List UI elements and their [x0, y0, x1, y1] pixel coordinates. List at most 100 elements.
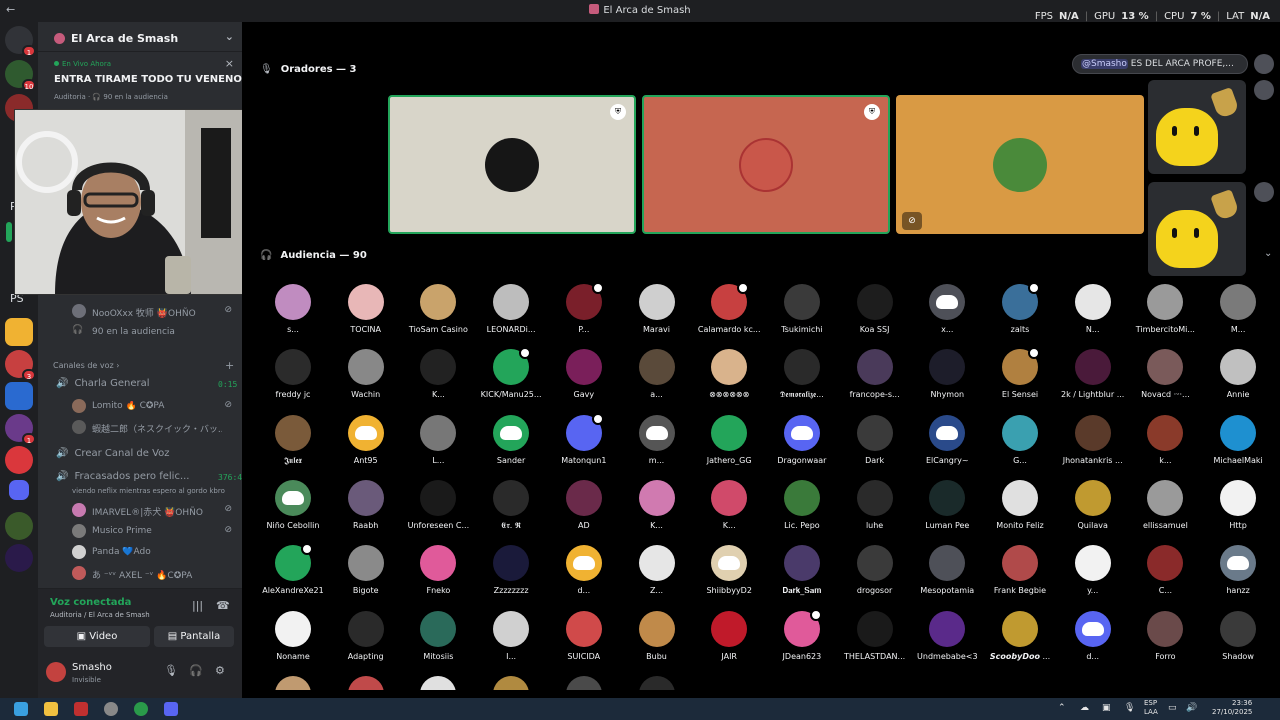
- audience-member[interactable]: Mitosiis: [403, 610, 473, 677]
- server-icon[interactable]: 3: [5, 350, 36, 381]
- obs-icon[interactable]: [104, 702, 118, 716]
- audience-member[interactable]: k...: [1130, 414, 1200, 481]
- server-header[interactable]: El Arca de Smash ⌄: [38, 22, 242, 52]
- add-channel-icon[interactable]: +: [225, 359, 234, 372]
- audience-member[interactable]: Dark: [840, 414, 910, 481]
- audience-member[interactable]: ElCangry~: [912, 414, 982, 481]
- avatar[interactable]: [1254, 182, 1274, 202]
- live-stage-banner[interactable]: En Vivo Ahora ENTRA TIRAME TODO TU VENEN…: [38, 53, 242, 111]
- channel-member[interactable]: Panda 💙Ado: [38, 544, 242, 562]
- audience-member[interactable]: Quilava: [1058, 479, 1128, 546]
- audience-member[interactable]: N...: [1058, 284, 1128, 350]
- audience-member[interactable]: Tsukimichi: [767, 284, 837, 350]
- avatar[interactable]: [46, 662, 66, 682]
- gear-icon[interactable]: ⚙: [215, 664, 225, 677]
- audience-member[interactable]: ellissamuel: [1130, 479, 1200, 546]
- audience-member[interactable]: Bubu: [622, 610, 692, 677]
- server-icon[interactable]: [5, 446, 33, 474]
- disconnect-icon[interactable]: ☎: [216, 599, 230, 612]
- audience-member[interactable]: MichaelMaki: [1203, 414, 1273, 481]
- microphone-icon[interactable]: 🎙: [1124, 703, 1135, 713]
- microphone-icon[interactable]: 🎙: [164, 664, 178, 677]
- audience-member[interactable]: K...: [622, 479, 692, 546]
- noise-suppression-icon[interactable]: |||: [192, 599, 203, 612]
- audience-member[interactable]: zalts: [985, 282, 1055, 350]
- audience-member[interactable]: Zzzzzzzz: [476, 545, 546, 611]
- channel-member[interactable]: あ ⁻ᵛᵛ AXEL ⁻ᵛ 🔥C✪PA: [38, 565, 242, 583]
- audience-member[interactable]: Luman Pee: [912, 479, 982, 546]
- folder-icon[interactable]: [9, 480, 29, 500]
- audience-member[interactable]: M...: [1203, 284, 1273, 350]
- discord-icon[interactable]: [164, 702, 178, 716]
- channel-member[interactable]: Musico Prime ⊘: [38, 523, 242, 541]
- audience-member[interactable]: K...: [403, 349, 473, 415]
- server-icon[interactable]: [5, 544, 33, 572]
- chevron-down-icon[interactable]: ⌄: [225, 30, 234, 43]
- audience-member[interactable]: 𝐃𝐚𝐫𝐤_𝐒𝐚𝐦: [767, 545, 837, 611]
- audience-member[interactable]: luhe: [840, 479, 910, 546]
- audience-member[interactable]: [258, 675, 328, 690]
- username[interactable]: Smasho: [72, 662, 112, 673]
- file-explorer-icon[interactable]: [44, 702, 58, 716]
- audience-member[interactable]: Maravi: [622, 284, 692, 350]
- speaker-tile[interactable]: ⊘: [896, 95, 1144, 234]
- audience-member[interactable]: SUICIDA: [549, 610, 619, 677]
- audience-member[interactable]: Wachin: [331, 349, 401, 415]
- audience-member[interactable]: hanzz: [1203, 545, 1273, 611]
- audience-member[interactable]: 2k / Lightblur ...: [1058, 349, 1128, 415]
- audience-member[interactable]: El Sensei: [985, 347, 1055, 415]
- audience-member[interactable]: a...: [622, 349, 692, 415]
- audience-member[interactable]: Frank Begbie: [985, 545, 1055, 611]
- voice-channel[interactable]: 🔊 Charla General 0:15: [56, 378, 237, 389]
- chrome-icon[interactable]: [134, 702, 148, 716]
- audience-member[interactable]: d...: [1058, 610, 1128, 677]
- audience-member[interactable]: Ant95: [331, 414, 401, 481]
- language-label[interactable]: ESP: [1144, 699, 1157, 707]
- audience-member[interactable]: I...: [476, 610, 546, 677]
- user-mention[interactable]: @Smasho: [1081, 59, 1128, 69]
- audience-member[interactable]: [403, 675, 473, 690]
- audience-member[interactable]: s...: [258, 284, 328, 350]
- channel-member[interactable]: IMARVEL®|赤犬 👹OHÑO ⊘: [38, 502, 242, 520]
- audience-member[interactable]: ShiibbyyD2: [694, 545, 764, 611]
- audience-member[interactable]: Annie: [1203, 349, 1273, 415]
- volume-icon[interactable]: 🔊: [1186, 703, 1197, 713]
- avatar[interactable]: [1254, 54, 1274, 74]
- audience-member[interactable]: y...: [1058, 545, 1128, 611]
- app-icon[interactable]: [74, 702, 88, 716]
- audience-member[interactable]: freddy jc: [258, 349, 328, 415]
- audience-member[interactable]: KICK/Manu25...: [476, 347, 546, 415]
- audience-member[interactable]: [549, 675, 619, 690]
- clock-date[interactable]: 27/10/2025: [1212, 708, 1252, 716]
- screen-share-button[interactable]: ▤ Pantalla: [154, 626, 234, 647]
- audience-member[interactable]: Novacd ·ᵕ·...: [1130, 349, 1200, 415]
- audience-member[interactable]: TimbercitoMi...: [1130, 284, 1200, 350]
- channel-member[interactable]: Lomito 🔥 C✪PA ⊘: [38, 398, 242, 416]
- speaker-tile[interactable]: ⛨: [642, 95, 890, 234]
- audience-member[interactable]: Mesopotamia: [912, 545, 982, 611]
- tray-icon[interactable]: ☁: [1080, 703, 1089, 713]
- audience-member[interactable]: Unforeseen C...: [403, 479, 473, 546]
- server-icon[interactable]: 10: [5, 60, 36, 91]
- server-icon[interactable]: [6, 222, 12, 242]
- network-icon[interactable]: ▭: [1168, 703, 1177, 713]
- avatar[interactable]: [1254, 80, 1274, 100]
- chevron-up-icon[interactable]: ⌃: [1058, 703, 1066, 713]
- audience-member[interactable]: [331, 675, 401, 690]
- video-button[interactable]: ▣ Video: [44, 626, 150, 647]
- audience-member[interactable]: Lic. Pepo: [767, 479, 837, 546]
- headphones-icon[interactable]: 🎧: [189, 664, 203, 677]
- audience-member[interactable]: THELASTDAN...: [840, 610, 910, 677]
- audience-member[interactable]: francope-s...: [840, 349, 910, 415]
- audience-member[interactable]: Raabh: [331, 479, 401, 546]
- audience-member[interactable]: Koa SSJ: [840, 284, 910, 350]
- audience-member[interactable]: x...: [912, 284, 982, 350]
- audience-member[interactable]: Shadow: [1203, 610, 1273, 677]
- voice-category[interactable]: Canales de voz › +: [53, 359, 234, 372]
- server-icon[interactable]: 1: [5, 414, 36, 445]
- clock-time[interactable]: 23:36: [1232, 699, 1252, 707]
- audience-member[interactable]: L...: [403, 414, 473, 481]
- voice-channel[interactable]: 🔊 Fracasados pero felic... 376:49:39: [56, 471, 261, 482]
- server-icon[interactable]: [5, 382, 33, 410]
- audience-member[interactable]: LEONARDi...: [476, 284, 546, 350]
